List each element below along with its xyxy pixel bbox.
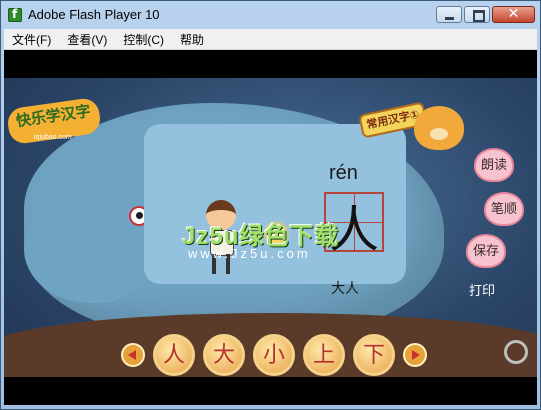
menu-view[interactable]: 查看(V) [59,31,115,48]
film-reel-icon[interactable] [504,340,528,364]
char-button-da[interactable]: 大 [203,334,245,376]
pinyin-label: rén [329,162,358,184]
char-button-ren[interactable]: 人 [153,334,195,376]
char-button-xiao[interactable]: 小 [253,334,295,376]
watermark-url: www.Jz5u.com [188,246,311,261]
side-menu: 朗读 笔顺 保存 打印 [462,148,524,318]
stroke-order-button[interactable]: 笔顺 [484,192,524,226]
char-button-shang[interactable]: 上 [303,334,345,376]
dog-mascot [414,106,464,150]
menu-control[interactable]: 控制(C) [115,31,172,48]
close-button[interactable]: ✕ [492,6,535,23]
maximize-button[interactable] [464,6,490,23]
previous-arrow-icon[interactable] [121,343,145,367]
menu-bar: 文件(F) 查看(V) 控制(C) 帮助 [4,29,537,50]
flash-player-icon [8,7,22,22]
character-selector: 人 大 小 上 下 [74,334,474,376]
example-word: 大人 [331,280,359,296]
char-button-xia[interactable]: 下 [353,334,395,376]
menu-help[interactable]: 帮助 [172,31,212,48]
elephant-trunk [24,213,134,303]
read-aloud-button[interactable]: 朗读 [474,148,514,182]
logo-url: iqiubao.com [34,134,72,141]
menu-file[interactable]: 文件(F) [4,31,59,48]
save-button[interactable]: 保存 [466,234,506,268]
learning-scene: 快乐学汉字 iqiubao.com 常用汉字① rén 人 大人 Jz5u绿色下… [4,78,537,377]
flash-stage[interactable]: 快乐学汉字 iqiubao.com 常用汉字① rén 人 大人 Jz5u绿色下… [4,50,537,405]
title-bar[interactable]: Adobe Flash Player 10 ✕ [1,1,540,29]
window-title: Adobe Flash Player 10 [28,7,160,22]
window-controls: ✕ [436,6,535,23]
close-icon: ✕ [507,6,520,22]
next-arrow-icon[interactable] [403,343,427,367]
print-button[interactable]: 打印 [462,276,502,310]
flash-player-window: Adobe Flash Player 10 ✕ 文件(F) 查看(V) 控制(C… [0,0,541,410]
minimize-button[interactable] [436,6,462,23]
